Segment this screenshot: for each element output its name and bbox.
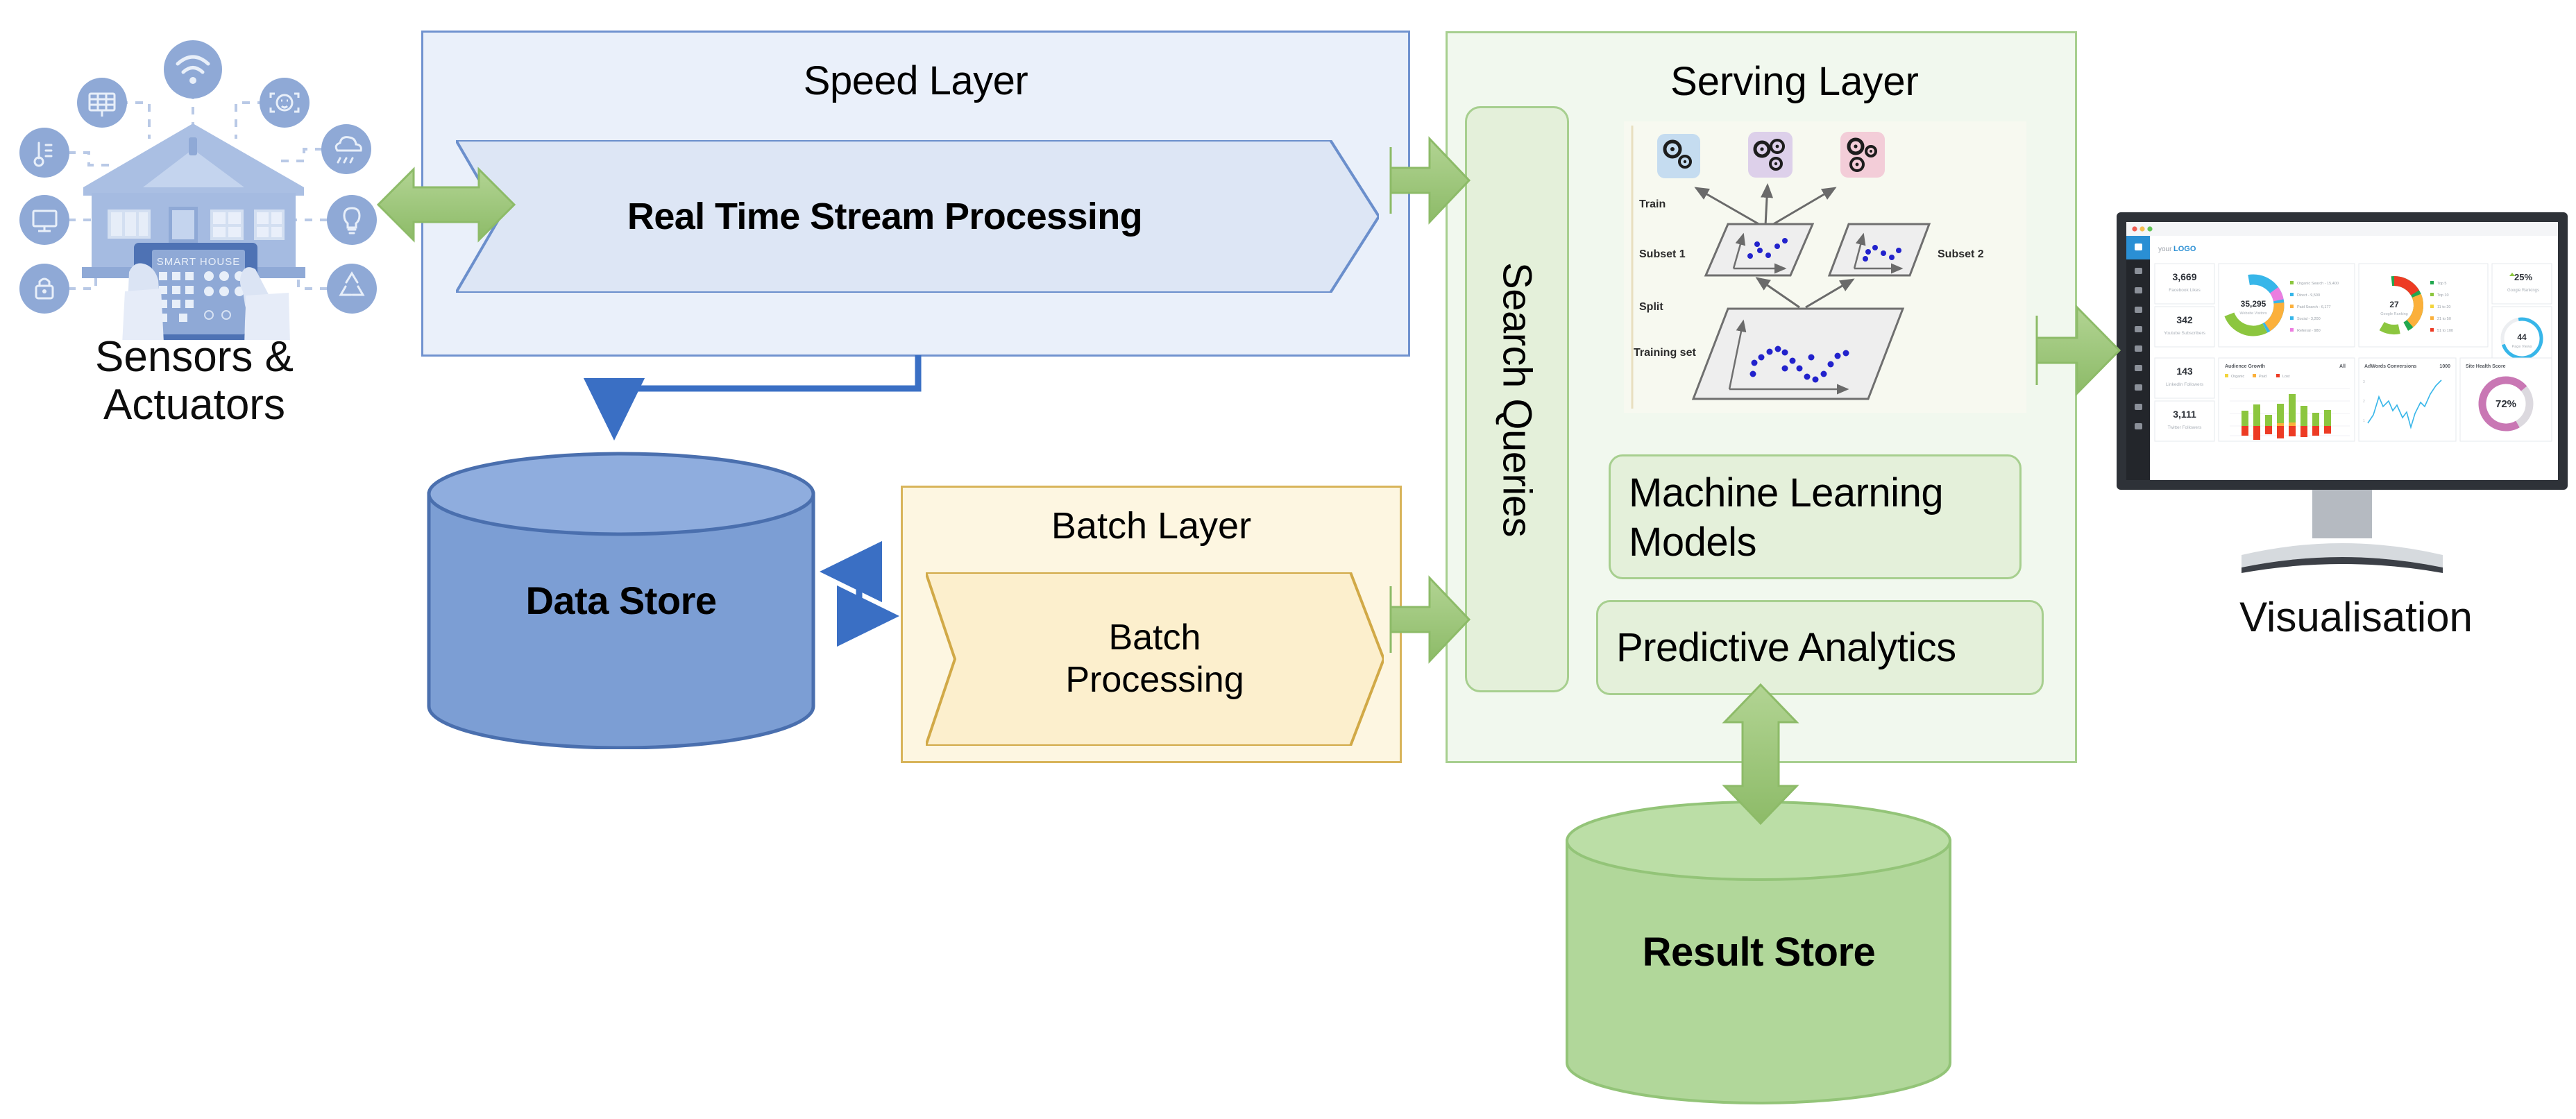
svg-text:Organic: Organic xyxy=(2231,375,2245,379)
svg-text:AdWords Conversions: AdWords Conversions xyxy=(2364,364,2416,369)
speed-to-data-store-arrow xyxy=(583,355,922,441)
sensors-label-line2: Actuators xyxy=(103,381,285,429)
svg-text:SMART HOUSE: SMART HOUSE xyxy=(157,256,240,268)
split-label: Split xyxy=(1639,301,1663,313)
speed-layer-title: Speed Layer xyxy=(803,58,1028,103)
svg-text:All: All xyxy=(2339,364,2346,369)
svg-text:Youtube Subscribers: Youtube Subscribers xyxy=(2164,331,2205,336)
svg-text:3: 3 xyxy=(2363,380,2365,384)
svg-text:Website Visitors: Website Visitors xyxy=(2239,311,2266,316)
face-recognition-icon xyxy=(260,78,310,128)
svg-text:1: 1 xyxy=(2363,419,2365,423)
sensors-and-actuators-illustration: SMART HOUSE xyxy=(7,14,396,347)
svg-text:72%: 72% xyxy=(2496,398,2516,410)
predictive-analytics-label: Predictive Analytics xyxy=(1616,625,1956,670)
svg-text:3,111: 3,111 xyxy=(2173,409,2196,420)
speed-layer-container[interactable]: Speed Layer Real Time Stream Processing xyxy=(421,31,1410,357)
svg-text:LinkedIn Followers: LinkedIn Followers xyxy=(2166,382,2204,387)
train-label: Train xyxy=(1639,198,1666,210)
data-store-to-batch-arrow xyxy=(820,540,899,647)
svg-text:Site Health Score: Site Health Score xyxy=(2466,364,2506,369)
batch-layer-container[interactable]: Batch Layer Batch Processing xyxy=(901,486,1402,763)
lightbulb-icon xyxy=(327,195,377,245)
diagram-canvas: SMART HOUSE Sensors & Actuators Speed La… xyxy=(0,0,2576,1119)
data-store-cylinder[interactable]: Data Store xyxy=(423,451,819,750)
svg-text:Lost: Lost xyxy=(2282,375,2290,379)
machine-learning-models-box[interactable]: Machine Learning Models xyxy=(1609,454,2022,579)
svg-text:2: 2 xyxy=(2363,400,2365,404)
sensors-label-line1: Sensors & xyxy=(94,333,294,381)
batch-processing-label: Batch Processing xyxy=(926,572,1384,746)
svg-text:25%: 25% xyxy=(2514,272,2532,282)
batch-processing-line2: Processing xyxy=(1065,660,1244,700)
subset1-label: Subset 1 xyxy=(1639,248,1686,260)
svg-text:Audience Growth: Audience Growth xyxy=(2225,364,2265,369)
cloud-icon xyxy=(321,124,371,174)
lock-icon xyxy=(19,264,69,314)
svg-text:1000: 1000 xyxy=(2439,364,2450,369)
svg-text:35,295: 35,295 xyxy=(2241,299,2266,309)
machine-learning-models-label: Machine Learning Models xyxy=(1629,470,1944,565)
svg-text:Facebook Likes: Facebook Likes xyxy=(2169,288,2201,293)
svg-text:51 to 100: 51 to 100 xyxy=(2437,329,2453,333)
ml-ensemble-illustration: Train Subset 1 Subset 2 Split Training s… xyxy=(1624,121,2026,413)
visualisation-label: Visualisation xyxy=(2239,594,2473,640)
svg-text:Page Views: Page Views xyxy=(2512,345,2532,349)
monitor-icon xyxy=(19,195,69,245)
svg-text:Google Ranking: Google Ranking xyxy=(2380,312,2407,316)
svg-text:3,669: 3,669 xyxy=(2172,271,2196,282)
svg-text:Referral - 980: Referral - 980 xyxy=(2297,329,2321,333)
search-queries-label: Search Queries xyxy=(1494,262,1540,537)
svg-text:27: 27 xyxy=(2389,300,2399,309)
batch-processing-line1: Batch xyxy=(1108,617,1201,658)
serving-layer-title: Serving Layer xyxy=(1670,59,1919,104)
model-box-2 xyxy=(1748,132,1793,178)
search-queries-box[interactable]: Search Queries xyxy=(1465,106,1569,692)
svg-text:Direct - 9,500: Direct - 9,500 xyxy=(2297,293,2320,298)
svg-text:Paid Search - 6,177: Paid Search - 6,177 xyxy=(2297,305,2331,309)
model-box-3 xyxy=(1840,132,1885,178)
svg-text:Twitter Followers: Twitter Followers xyxy=(2168,425,2203,430)
sensors-and-actuators-label: Sensors & Actuators xyxy=(28,333,361,429)
training-set-plane xyxy=(1691,307,1905,400)
batch-layer-title: Batch Layer xyxy=(1051,505,1252,547)
svg-text:your: your xyxy=(2158,246,2172,253)
subset2-label: Subset 2 xyxy=(1938,248,1984,260)
svg-text:Top 10: Top 10 xyxy=(2437,293,2449,298)
recycle-icon xyxy=(327,264,377,314)
svg-text:Organic Search - 15,400: Organic Search - 15,400 xyxy=(2297,282,2339,286)
result-store-cylinder[interactable]: Result Store xyxy=(1563,798,1955,1107)
svg-text:342: 342 xyxy=(2176,314,2193,325)
wifi-icon xyxy=(164,40,222,99)
svg-text:21 to 50: 21 to 50 xyxy=(2437,317,2451,321)
svg-text:Google Rankings: Google Rankings xyxy=(2507,289,2539,293)
solar-panel-icon xyxy=(77,78,127,128)
svg-text:Paid: Paid xyxy=(2259,375,2266,379)
training-set-label: Training set xyxy=(1634,347,1696,359)
data-store-label: Data Store xyxy=(525,578,717,622)
svg-text:11 to 20: 11 to 20 xyxy=(2437,305,2450,309)
svg-text:44: 44 xyxy=(2517,332,2527,342)
visualisation-monitor: your LOGO 3,669 Facebook Likes 342 Youtu… xyxy=(2117,194,2568,590)
svg-text:143: 143 xyxy=(2176,366,2193,377)
thermostat-icon xyxy=(19,128,69,178)
model-box-1 xyxy=(1657,134,1700,178)
result-store-label: Result Store xyxy=(1642,930,1876,975)
svg-text:LOGO: LOGO xyxy=(2174,245,2196,253)
predictive-analytics-box[interactable]: Predictive Analytics xyxy=(1596,600,2044,695)
svg-text:Social - 3,200: Social - 3,200 xyxy=(2297,317,2321,321)
svg-text:Top 5: Top 5 xyxy=(2437,282,2446,286)
real-time-stream-processing-label: Real Time Stream Processing xyxy=(627,196,1143,237)
